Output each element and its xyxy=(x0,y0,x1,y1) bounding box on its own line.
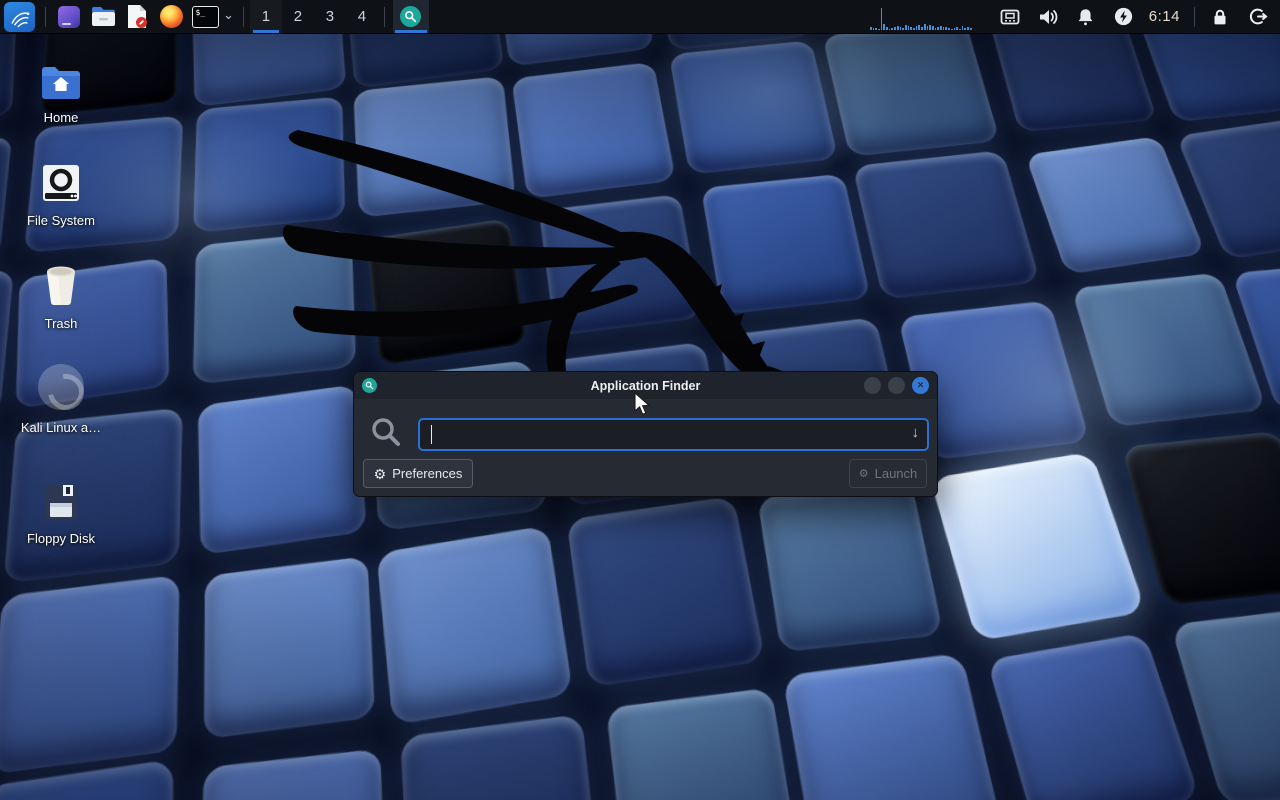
firefox-icon xyxy=(160,5,183,28)
launch-label: Launch xyxy=(875,466,918,481)
top-panel: $_ ⌄ 1 2 3 4 xyxy=(0,0,1280,34)
desktop-root: Home File System xyxy=(0,0,1280,800)
minimize-button[interactable] xyxy=(864,377,881,394)
launcher-qterminal[interactable] xyxy=(54,2,84,32)
workspace-label: 3 xyxy=(326,8,334,25)
taskbar-button-appfinder[interactable] xyxy=(393,0,429,33)
qterminal-icon xyxy=(58,6,80,28)
launcher-text-editor[interactable] xyxy=(122,2,152,32)
applications-menu-button[interactable] xyxy=(4,2,35,32)
workspace-label: 1 xyxy=(262,8,270,25)
trash-icon xyxy=(41,262,81,306)
window-title: Application Finder xyxy=(354,379,937,393)
logout-icon[interactable] xyxy=(1243,0,1273,33)
text-caret xyxy=(431,425,432,444)
ethernet-icon[interactable] xyxy=(995,0,1025,33)
desktop-icon-label: Trash xyxy=(45,316,78,331)
desktop-icon-label: File System xyxy=(27,213,95,228)
panel-separator xyxy=(384,7,385,27)
kali-installer-icon xyxy=(38,366,84,410)
close-button[interactable]: ✕ xyxy=(912,377,929,394)
kali-logo-icon xyxy=(8,5,32,29)
mouse-cursor xyxy=(634,392,651,416)
volume-icon[interactable] xyxy=(1033,0,1063,33)
launch-gears-icon: ⚙ xyxy=(859,467,869,481)
desktop-icon-filesystem[interactable]: File System xyxy=(0,159,122,228)
workspace-1[interactable]: 1 xyxy=(250,0,282,33)
filesystem-drive-icon xyxy=(41,159,81,203)
desktop-icon-kali-installer[interactable]: Kali Linux a… xyxy=(0,366,122,435)
desktop-icon-floppy[interactable]: Floppy Disk xyxy=(0,477,122,546)
workspace-label: 4 xyxy=(358,8,366,25)
window-controls: ✕ xyxy=(864,377,929,394)
launcher-file-manager[interactable] xyxy=(88,2,118,32)
desktop-icon-label: Kali Linux a… xyxy=(21,420,101,435)
search-icon xyxy=(370,416,402,453)
search-input[interactable] xyxy=(418,418,929,451)
panel-separator xyxy=(1194,7,1195,27)
dropdown-arrow-icon[interactable]: ↓ xyxy=(912,425,920,440)
appfinder-window-icon xyxy=(362,378,377,393)
launcher-terminal[interactable]: $_ xyxy=(190,2,220,32)
panel-separator xyxy=(45,7,46,27)
application-finder-window: Application Finder ✕ ↓ ⚙ Preferences xyxy=(353,371,938,497)
power-manager-icon[interactable] xyxy=(1109,0,1139,33)
desktop-icon-label: Floppy Disk xyxy=(27,531,95,546)
workspace-label: 2 xyxy=(294,8,302,25)
panel-separator xyxy=(243,7,244,27)
launch-button[interactable]: ⚙ Launch xyxy=(849,459,927,488)
clock[interactable]: 6:14 xyxy=(1149,8,1180,25)
launcher-firefox[interactable] xyxy=(156,2,186,32)
workspace-3[interactable]: 3 xyxy=(314,0,346,33)
desktop-icon-home[interactable]: Home xyxy=(0,56,122,125)
search-row: ↓ xyxy=(354,410,937,454)
maximize-button[interactable] xyxy=(888,377,905,394)
lock-icon[interactable] xyxy=(1205,0,1235,33)
preferences-button[interactable]: ⚙ Preferences xyxy=(363,459,473,488)
workspace-4[interactable]: 4 xyxy=(346,0,378,33)
terminal-icon: $_ xyxy=(192,6,219,28)
file-manager-icon xyxy=(91,6,116,27)
gear-icon: ⚙ xyxy=(374,467,387,481)
preferences-label: Preferences xyxy=(392,466,462,481)
chevron-down-icon[interactable]: ⌄ xyxy=(223,7,234,23)
notifications-icon[interactable] xyxy=(1071,0,1101,33)
desktop-icon-label: Home xyxy=(44,110,79,125)
text-editor-icon xyxy=(126,4,148,29)
appfinder-icon xyxy=(400,6,421,27)
workspace-2[interactable]: 2 xyxy=(282,0,314,33)
home-folder-icon xyxy=(40,56,82,100)
button-row: ⚙ Preferences ⚙ Launch xyxy=(354,459,937,488)
terminal-prompt-glyph: $_ xyxy=(196,8,206,17)
cpu-graph[interactable] xyxy=(869,0,973,33)
desktop-icon-trash[interactable]: Trash xyxy=(0,262,122,331)
floppy-disk-icon xyxy=(41,477,81,521)
